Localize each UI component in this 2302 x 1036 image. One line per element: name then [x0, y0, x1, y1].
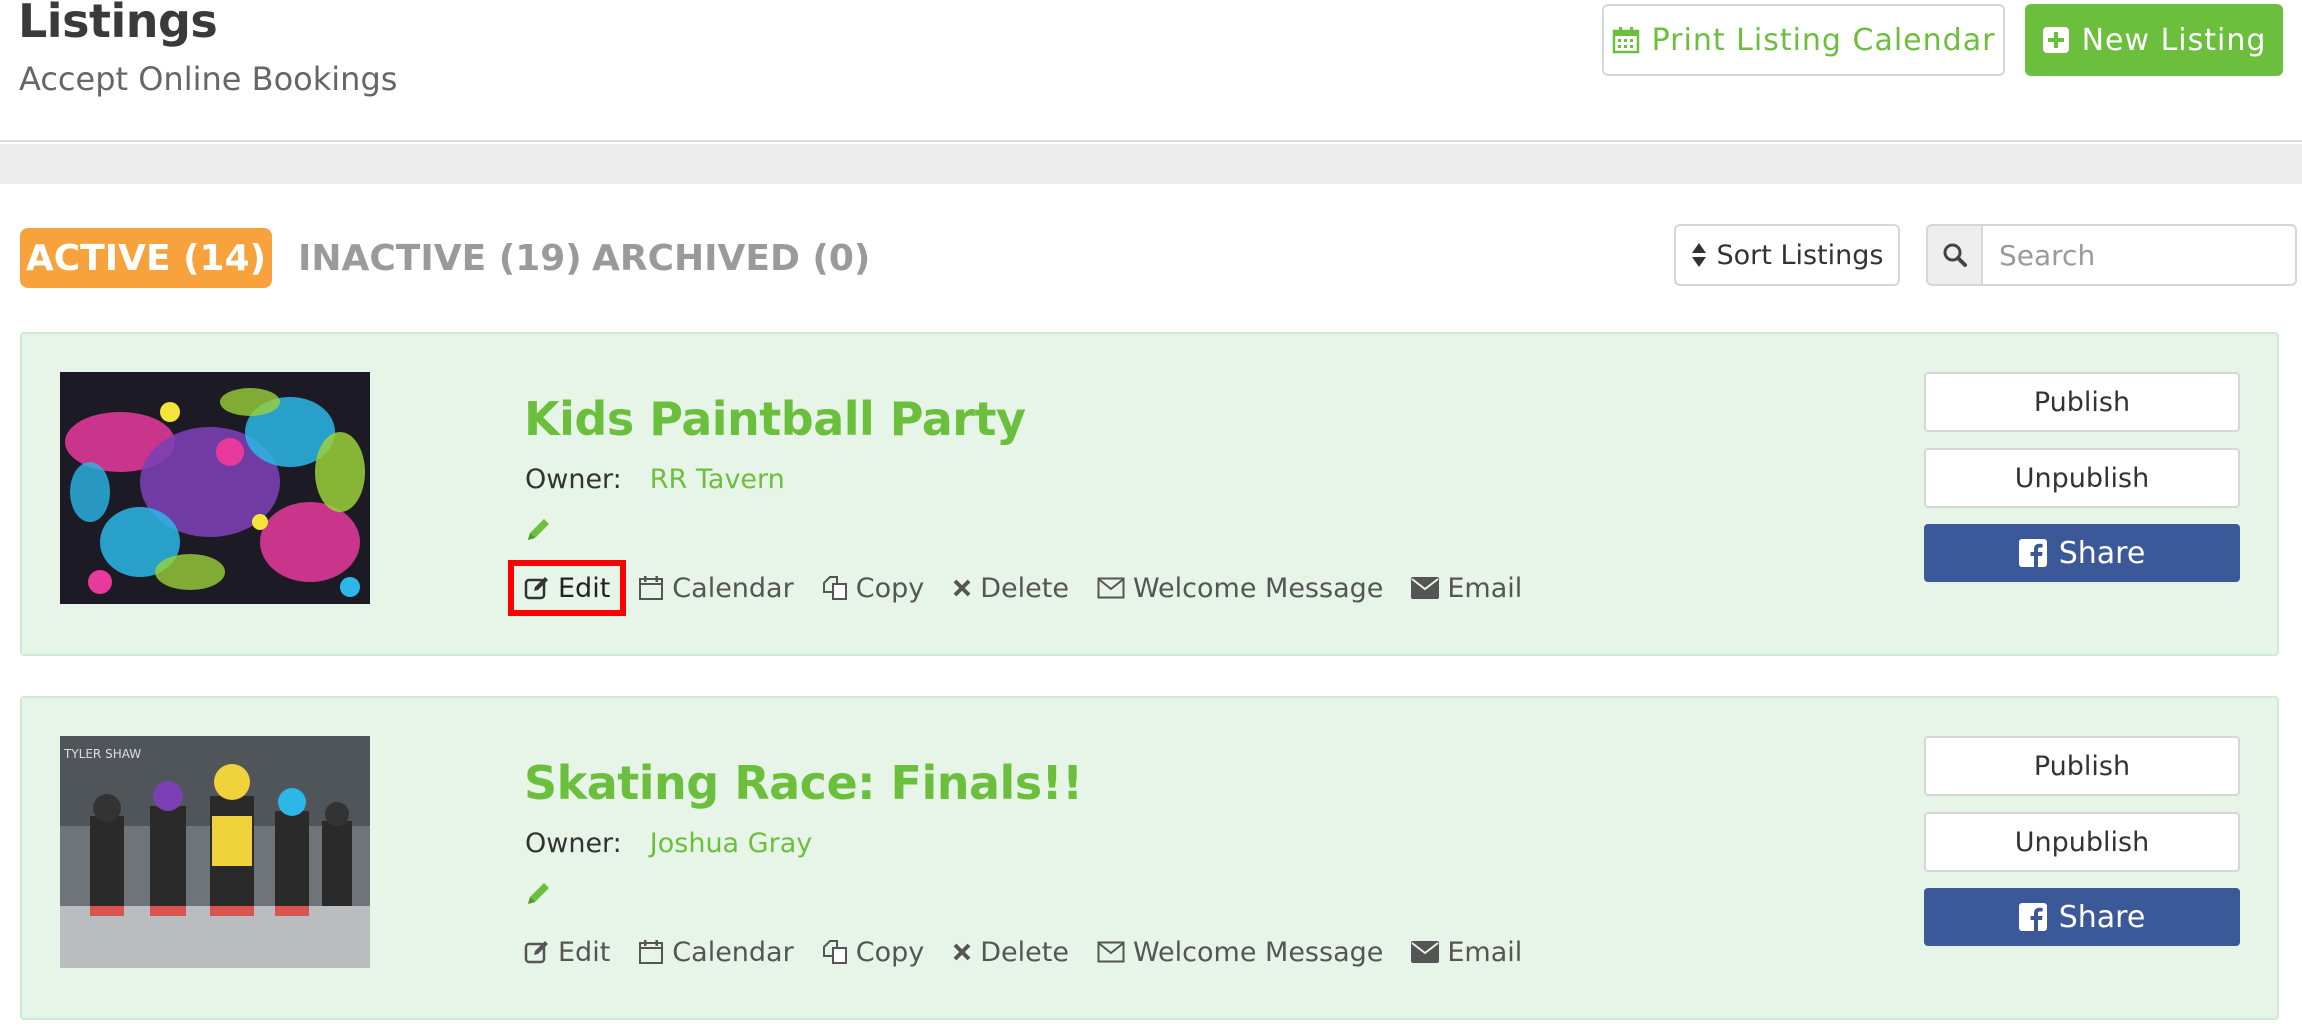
tab-archived[interactable]: ARCHIVED (0) [592, 228, 870, 288]
share-label: Share [2058, 535, 2146, 571]
calendar-label: Calendar [672, 936, 794, 968]
sort-icon [1691, 243, 1706, 267]
new-listing-label: New Listing [2081, 22, 2267, 58]
print-listing-calendar-button[interactable]: Print Listing Calendar [1602, 4, 2005, 76]
share-label: Share [2058, 899, 2146, 935]
envelope-icon [1411, 577, 1440, 599]
search-icon [1943, 243, 1967, 267]
page-title: Listings [18, 0, 218, 48]
pencil-icon[interactable] [524, 878, 554, 908]
email-label: Email [1447, 936, 1523, 968]
search-button[interactable] [1926, 224, 1982, 286]
unpublish-button[interactable]: Unpublish [1924, 448, 2240, 508]
unpublish-button[interactable]: Unpublish [1924, 812, 2240, 872]
tab-inactive[interactable]: INACTIVE (19) [298, 228, 582, 288]
owner-label: Owner: [525, 828, 622, 859]
calendar-label: Calendar [672, 572, 794, 604]
listing-title[interactable]: Skating Race: Finals!! [524, 756, 1083, 810]
copy-label: Copy [855, 936, 925, 968]
welcome-message-link[interactable]: Welcome Message [1097, 566, 1383, 610]
envelope-outline-icon [1097, 941, 1125, 963]
calendar-icon [1612, 27, 1639, 54]
listing-card: TYLER SHAW Skating Race: Finals!! Owner:… [20, 696, 2279, 1020]
welcome-message-link[interactable]: Welcome Message [1097, 930, 1383, 974]
new-listing-button[interactable]: New Listing [2025, 4, 2283, 76]
copy-link[interactable]: Copy [822, 930, 925, 974]
facebook-icon [2018, 539, 2047, 567]
owner-name-link[interactable]: RR Tavern [650, 464, 785, 495]
copy-icon [822, 576, 847, 600]
header-divider-band [0, 144, 2302, 184]
publish-button[interactable]: Publish [1924, 736, 2240, 796]
copy-label: Copy [855, 572, 925, 604]
edit-link[interactable]: Edit [524, 930, 610, 974]
tab-active[interactable]: ACTIVE (14) [20, 228, 272, 288]
email-label: Email [1447, 572, 1523, 604]
owner-row: Owner: Joshua Gray [525, 828, 812, 859]
calendar-link[interactable]: Calendar [638, 566, 794, 610]
plus-square-icon [2042, 27, 2069, 53]
calendar-icon [639, 940, 664, 964]
sort-listings-label: Sort Listings [1716, 239, 1884, 271]
delete-label: Delete [980, 936, 1069, 968]
envelope-outline-icon [1097, 577, 1125, 599]
edit-link[interactable]: Edit [507, 560, 627, 616]
listing-card: Kids Paintball Party Owner: RR Tavern Ed… [20, 332, 2279, 656]
roller-derby-photo: TYLER SHAW [60, 736, 370, 968]
edit-icon [524, 577, 548, 600]
envelope-icon [1411, 941, 1440, 963]
close-icon [953, 579, 971, 597]
publish-button[interactable]: Publish [1924, 372, 2240, 432]
facebook-icon [2018, 903, 2047, 931]
owner-name-link[interactable]: Joshua Gray [650, 828, 812, 859]
calendar-link[interactable]: Calendar [638, 930, 794, 974]
owner-label: Owner: [525, 464, 622, 495]
pencil-icon[interactable] [524, 514, 554, 544]
edit-label: Edit [558, 572, 611, 604]
delete-link[interactable]: Delete [952, 566, 1069, 610]
welcome-message-label: Welcome Message [1132, 572, 1384, 604]
search-input[interactable] [1981, 224, 2297, 286]
email-link[interactable]: Email [1411, 566, 1522, 610]
svg-text:TYLER SHAW: TYLER SHAW [63, 747, 141, 761]
owner-row: Owner: RR Tavern [525, 464, 785, 495]
listing-actions: Edit Calendar Copy Delete Welcome Messag… [507, 560, 1550, 616]
copy-link[interactable]: Copy [822, 566, 925, 610]
listing-actions: Edit Calendar Copy Delete Welcome Messag… [524, 930, 1550, 974]
edit-icon [524, 941, 548, 964]
email-link[interactable]: Email [1411, 930, 1522, 974]
welcome-message-label: Welcome Message [1132, 936, 1384, 968]
calendar-icon [639, 576, 664, 600]
page-header: Listings Accept Online Bookings Print Li… [0, 0, 2302, 142]
listing-title[interactable]: Kids Paintball Party [524, 392, 1026, 446]
listing-thumbnail[interactable] [60, 372, 370, 604]
copy-icon [822, 940, 847, 964]
close-icon [953, 943, 971, 961]
edit-label: Edit [558, 936, 611, 968]
delete-label: Delete [980, 572, 1069, 604]
share-button[interactable]: Share [1924, 888, 2240, 946]
delete-link[interactable]: Delete [952, 930, 1069, 974]
print-listing-calendar-label: Print Listing Calendar [1651, 22, 1996, 58]
paint-splatter-image [60, 372, 370, 604]
listing-thumbnail[interactable]: TYLER SHAW [60, 736, 370, 968]
share-button[interactable]: Share [1924, 524, 2240, 582]
page-subtitle: Accept Online Bookings [19, 60, 398, 98]
sort-listings-button[interactable]: Sort Listings [1674, 224, 1900, 286]
